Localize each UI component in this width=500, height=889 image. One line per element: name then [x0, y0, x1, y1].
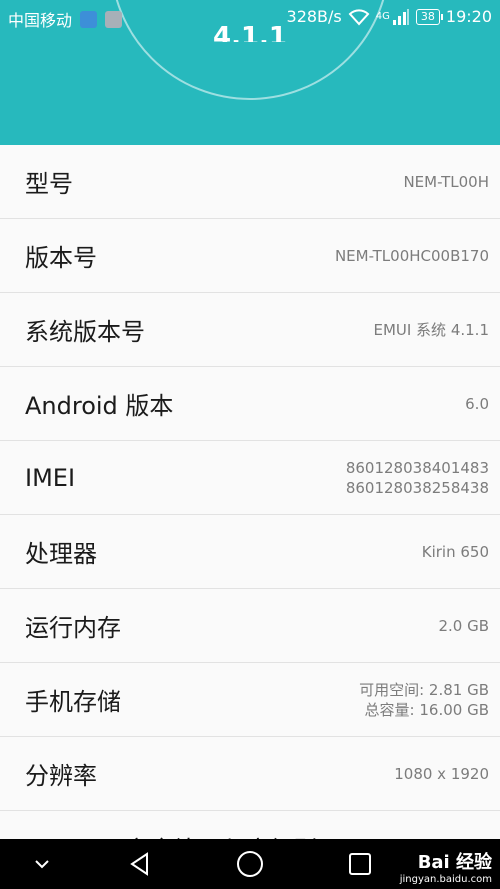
row-value: NEM-TL00HC00B170 — [334, 246, 489, 265]
row-label: Android 版本 — [25, 392, 174, 420]
watermark-url: jingyan.baidu.com — [399, 874, 492, 885]
imei-2: 860128038258438 — [345, 478, 489, 497]
hide-nav-button[interactable] — [20, 839, 64, 889]
list-item-model[interactable]: 型号 NEM-TL00H — [0, 145, 500, 219]
recents-button[interactable] — [338, 839, 382, 889]
home-button[interactable] — [228, 839, 272, 889]
row-label: 系统版本号 — [25, 318, 145, 346]
gallery-app-icon — [105, 10, 123, 28]
row-value: 1080 x 1920 — [394, 764, 489, 783]
row-label: 处理器 — [25, 540, 97, 568]
row-value: Kirin 650 — [421, 542, 489, 561]
wifi-icon — [348, 8, 370, 25]
battery-icon: 38 — [415, 8, 443, 25]
list-item-android-version[interactable]: Android 版本 6.0 — [0, 367, 500, 441]
row-value: EMUI 系统 4.1.1 — [373, 320, 489, 339]
list-item-processor[interactable]: 处理器 Kirin 650 — [0, 515, 500, 589]
navigation-bar: Bai 经验 jingyan.baidu.com — [0, 839, 500, 889]
clock: 19:20 — [445, 7, 492, 26]
about-phone-list: 型号 NEM-TL00H 版本号 NEM-TL00HC00B170 系统版本号 … — [0, 145, 500, 885]
row-label: 版本号 — [25, 244, 97, 272]
back-button[interactable] — [118, 839, 162, 889]
header-banner: 4.1.1 中国移动 328B/s 4G 38 19:20 — [0, 0, 500, 145]
signal-icon — [392, 8, 409, 25]
watermark-brand: Bai 经验 — [417, 852, 492, 873]
list-item-storage[interactable]: 手机存储 可用空间: 2.81 GB 总容量: 16.00 GB — [0, 663, 500, 737]
row-value: 860128038401483 860128038258438 — [346, 458, 489, 498]
row-label: 分辨率 — [25, 762, 97, 790]
health-app-icon — [80, 10, 98, 28]
back-triangle-icon — [130, 852, 148, 876]
home-circle-icon — [237, 851, 263, 877]
list-item-system-version[interactable]: 系统版本号 EMUI 系统 4.1.1 — [0, 293, 500, 367]
network-type: 4G — [375, 11, 390, 22]
list-item-resolution[interactable]: 分辨率 1080 x 1920 — [0, 737, 500, 811]
row-value: NEM-TL00H — [403, 172, 489, 191]
row-label: 型号 — [25, 170, 73, 198]
imei-1: 860128038401483 — [345, 458, 489, 477]
list-item-imei[interactable]: IMEI 860128038401483 860128038258438 — [0, 441, 500, 515]
carrier-name: 中国移动 — [8, 11, 73, 30]
storage-total: 总容量: 16.00 GB — [364, 700, 489, 719]
row-value: 6.0 — [465, 394, 489, 413]
storage-available: 可用空间: 2.81 GB — [359, 680, 489, 699]
row-label: IMEI — [25, 463, 76, 492]
recents-square-icon — [349, 853, 371, 875]
row-value: 2.0 GB — [438, 616, 489, 635]
row-label: 手机存储 — [25, 688, 121, 716]
list-item-build-number[interactable]: 版本号 NEM-TL00HC00B170 — [0, 219, 500, 293]
chevron-down-icon — [35, 860, 49, 869]
network-speed: 328B/s — [286, 7, 342, 26]
list-item-ram[interactable]: 运行内存 2.0 GB — [0, 589, 500, 663]
baidu-jingyan-watermark: Bai 经验 jingyan.baidu.com — [400, 848, 492, 885]
status-bar: 中国移动 328B/s 4G 38 19:20 — [0, 0, 500, 36]
row-value: 可用空间: 2.81 GB 总容量: 16.00 GB — [359, 680, 489, 720]
row-label: 运行内存 — [25, 614, 121, 642]
